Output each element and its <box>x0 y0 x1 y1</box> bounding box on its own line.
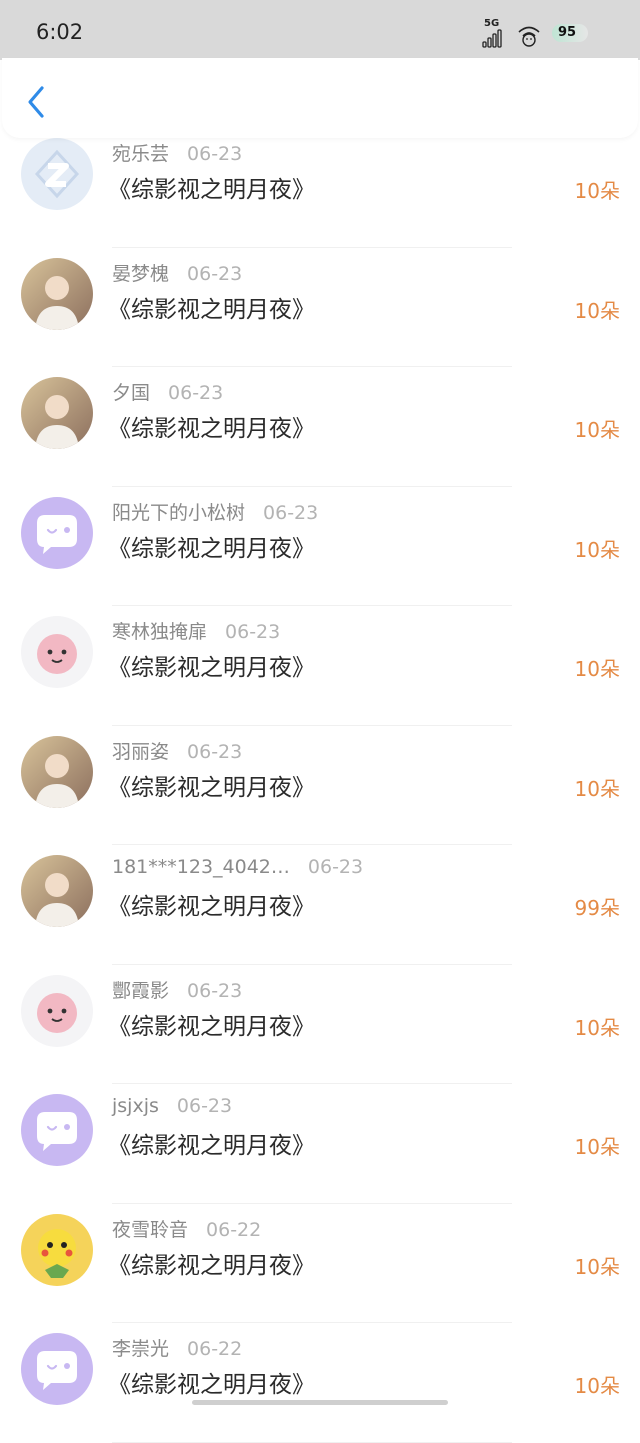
user-name: 羽丽姿 <box>112 740 170 763</box>
gift-amount: 10朵 <box>574 657 620 681</box>
avatar[interactable] <box>21 377 93 449</box>
book-title: 《综影视之明月夜》 <box>108 1372 315 1398</box>
gift-amount: 10朵 <box>574 179 620 203</box>
gift-date: 06-23 <box>187 979 243 1002</box>
name-line: 羽丽姿 06-23 <box>112 737 242 764</box>
name-line: 寒林独掩扉 06-23 <box>112 617 280 644</box>
gift-amount: 10朵 <box>574 1254 620 1279</box>
avatar[interactable] <box>21 257 93 330</box>
gift-date: 06-23 <box>225 621 281 643</box>
battery-level: 95 <box>558 25 577 40</box>
avatar[interactable] <box>21 855 93 927</box>
user-name: 阳光下的小松树 <box>112 501 246 524</box>
book-title: 《综影视之明月夜》 <box>108 1133 315 1159</box>
name-line: 夕国 06-23 <box>112 378 223 405</box>
avatar[interactable] <box>21 138 93 210</box>
gift-list-item[interactable]: 宛乐芸 06-23 《综影视之明月夜》 10朵 <box>0 128 640 248</box>
user-name: 晏梦槐 <box>112 262 170 285</box>
gift-list-item[interactable]: 夜雪聆音 06-22 《综影视之明月夜》 10朵 <box>0 1204 640 1323</box>
gift-amount: 10朵 <box>574 1135 620 1159</box>
avatar[interactable] <box>21 735 93 808</box>
gift-date: 06-22 <box>187 1338 243 1360</box>
book-title: 《综影视之明月夜》 <box>108 296 315 323</box>
gift-date: 06-23 <box>187 143 243 165</box>
gift-list: 宛乐芸 06-23 《综影视之明月夜》 10朵 晏梦槐 06-23 《综影视之明月夜》 10朵… <box>0 128 640 1443</box>
divider <box>112 1441 512 1443</box>
book-title: 《综影视之明月夜》 <box>108 655 315 681</box>
name-line: jsjxjs 06-23 <box>112 1095 232 1117</box>
gift-amount: 10朵 <box>574 418 620 442</box>
nav-bar <box>2 58 638 138</box>
gift-list-item[interactable]: 阳光下的小松树 06-23 《综影视之明月夜》 10朵 <box>0 487 640 606</box>
gift-list-item[interactable]: 夕国 06-23 《综影视之明月夜》 10朵 <box>0 367 640 487</box>
home-indicator <box>192 1400 448 1405</box>
signal-icon <box>482 29 502 48</box>
status-icons: 5G 95 <box>472 16 602 50</box>
gift-amount: 10朵 <box>574 537 620 562</box>
gift-date: 06-23 <box>168 382 224 404</box>
name-line: 阳光下的小松树 06-23 <box>112 498 318 525</box>
avatar[interactable] <box>21 1333 93 1405</box>
user-name: jsjxjs <box>112 1095 159 1117</box>
name-line: 李崇光 06-22 <box>112 1334 242 1361</box>
avatar[interactable] <box>21 1094 93 1166</box>
gift-list-item[interactable]: 李崇光 06-22 《综影视之明月夜》 10朵 <box>0 1323 640 1443</box>
name-line: 晏梦槐 06-23 <box>112 259 242 286</box>
gift-amount: 10朵 <box>574 298 620 323</box>
back-button[interactable] <box>22 84 52 120</box>
name-line: 宛乐芸 06-23 <box>112 139 242 166</box>
book-title: 《综影视之明月夜》 <box>108 177 315 203</box>
battery-icon: 95 <box>552 24 588 42</box>
status-time: 6:02 <box>36 20 84 44</box>
gift-list-item[interactable]: 晏梦槐 06-23 《综影视之明月夜》 10朵 <box>0 248 640 367</box>
book-title: 《综影视之明月夜》 <box>108 894 315 920</box>
gift-list-item[interactable]: jsjxjs 06-23 《综影视之明月夜》 10朵 <box>0 1084 640 1204</box>
book-title: 《综影视之明月夜》 <box>108 1013 315 1040</box>
user-name: 李崇光 <box>112 1338 170 1360</box>
book-title: 《综影视之明月夜》 <box>108 416 315 442</box>
gift-amount: 99朵 <box>574 896 620 920</box>
user-name: 夕国 <box>112 382 151 404</box>
user-name: 酆霞影 <box>112 979 170 1002</box>
gift-list-item[interactable]: 酆霞影 06-23 《综影视之明月夜》 10朵 <box>0 965 640 1084</box>
gift-date: 06-23 <box>263 501 319 524</box>
gift-date: 06-23 <box>187 262 243 285</box>
name-line: 181***123_4042… 06-23 <box>112 856 363 878</box>
gift-amount: 10朵 <box>574 776 620 801</box>
user-name: 寒林独掩扉 <box>112 621 208 643</box>
gift-date: 06-23 <box>307 856 364 878</box>
gift-date: 06-23 <box>187 740 243 763</box>
user-name: 181***123_4042… <box>112 856 290 878</box>
name-line: 酆霞影 06-23 <box>112 976 242 1003</box>
book-title: 《综影视之明月夜》 <box>108 774 315 801</box>
avatar[interactable] <box>21 1213 93 1286</box>
status-bar: 6:02 5G 95 <box>0 0 640 60</box>
name-line: 夜雪聆音 06-22 <box>112 1215 261 1242</box>
avatar[interactable] <box>21 974 93 1047</box>
gift-date: 06-23 <box>176 1095 233 1117</box>
gift-date: 06-22 <box>206 1218 262 1241</box>
gift-list-item[interactable]: 181***123_4042… 06-23 《综影视之明月夜》 99朵 <box>0 845 640 965</box>
user-name: 宛乐芸 <box>112 143 170 165</box>
gift-list-item[interactable]: 寒林独掩扉 06-23 《综影视之明月夜》 10朵 <box>0 606 640 726</box>
gift-amount: 10朵 <box>574 1374 620 1398</box>
wifi-icon <box>518 26 540 47</box>
avatar[interactable] <box>21 616 93 688</box>
book-title: 《综影视之明月夜》 <box>108 535 315 562</box>
gift-amount: 10朵 <box>574 1015 620 1040</box>
gift-list-item[interactable]: 羽丽姿 06-23 《综影视之明月夜》 10朵 <box>0 726 640 845</box>
book-title: 《综影视之明月夜》 <box>108 1252 315 1279</box>
user-name: 夜雪聆音 <box>112 1218 189 1241</box>
avatar[interactable] <box>21 496 93 569</box>
